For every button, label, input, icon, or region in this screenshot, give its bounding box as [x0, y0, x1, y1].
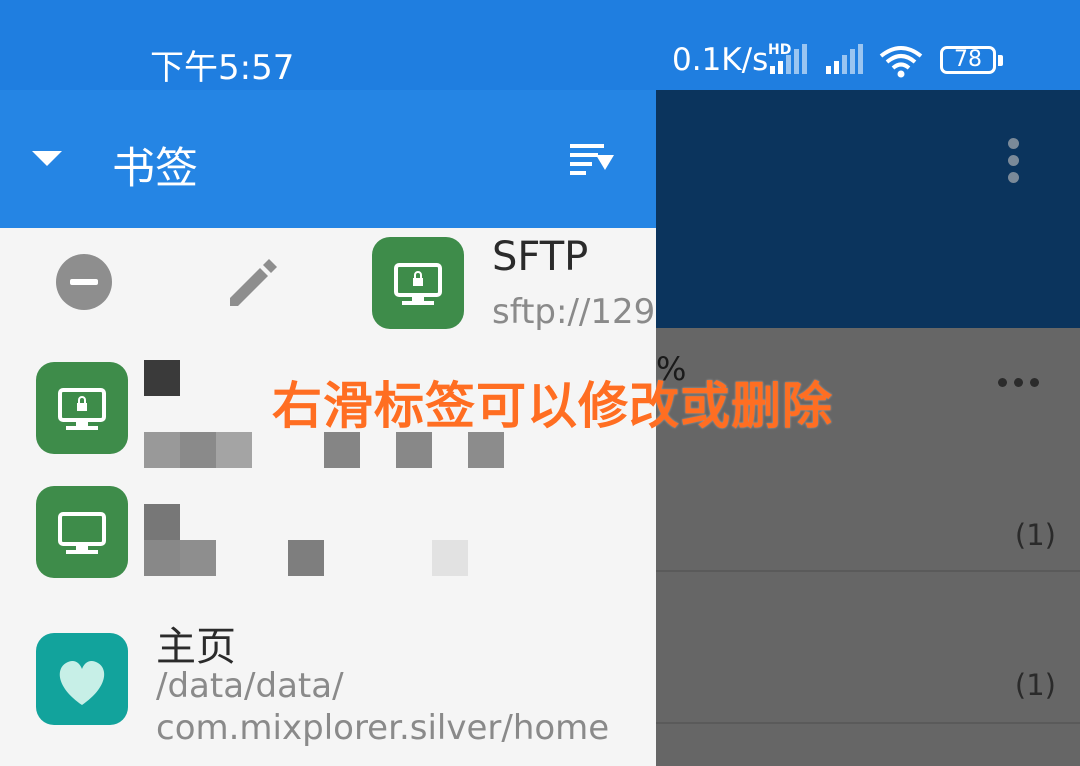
minus-icon [70, 279, 98, 285]
signal-icon [770, 44, 807, 74]
edit-icon[interactable] [224, 254, 280, 310]
tutorial-caption: 右滑标签可以修改或删除 [272, 377, 833, 435]
bookmark-path: sftp://129. [492, 292, 656, 332]
battery-icon: 78 [940, 46, 996, 74]
sort-icon[interactable] [568, 142, 616, 176]
battery-tip [998, 55, 1003, 66]
item-count: (1) [1014, 518, 1056, 552]
bookmark-title: 主页 [156, 624, 236, 670]
home-bookmark-icon[interactable] [36, 633, 128, 725]
status-bar: 下午5:57 0.1K/s HD 78 [0, 0, 1080, 90]
background-toolbar [656, 90, 1080, 328]
more-vert-icon[interactable] [1008, 138, 1019, 189]
sftp-lock-monitor-icon[interactable] [36, 486, 128, 578]
heart-icon [59, 660, 105, 705]
wifi-icon [879, 46, 923, 78]
network-speed: 0.1K/s [672, 42, 769, 78]
more-horiz-icon[interactable] [998, 372, 1046, 391]
signal-icon [826, 44, 863, 74]
dropdown-arrow-icon[interactable] [32, 151, 62, 166]
battery-level: 78 [954, 47, 982, 72]
status-time: 下午5:57 [150, 48, 295, 88]
bookmark-path: /data/data/ [156, 666, 344, 706]
list-item[interactable]: (1) [656, 572, 1080, 724]
sftp-lock-monitor-icon [372, 237, 464, 329]
bookmark-title: SFTP [492, 234, 589, 280]
bookmark-path: com.mixplorer.silver/home [156, 708, 610, 748]
list-item[interactable]: (1) [656, 470, 1080, 572]
item-count: (1) [1014, 668, 1056, 702]
drawer-header: 书签 [0, 90, 656, 228]
drawer-title: 书签 [112, 144, 198, 194]
sftp-lock-monitor-icon[interactable] [36, 362, 128, 454]
remove-bookmark-button[interactable] [56, 254, 112, 310]
